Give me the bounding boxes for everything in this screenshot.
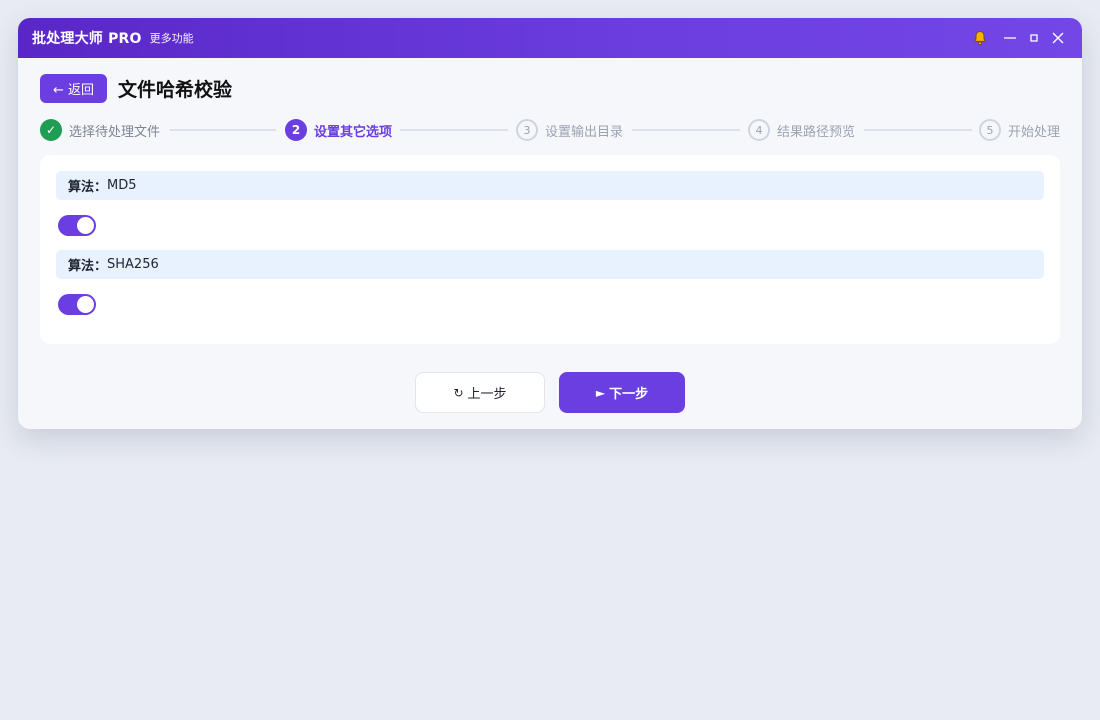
app-window: 批处理大师 PRO 更多功能 ← 返回 文件哈希校验 ✓ 选择待处理文件 2 设…: [18, 18, 1082, 429]
md5-toggle[interactable]: [58, 214, 96, 236]
play-icon: ►: [595, 385, 606, 400]
step-4[interactable]: 4 结果路径预览: [748, 119, 855, 141]
check-icon: ✓: [40, 119, 62, 141]
next-step-label: 下一步: [609, 387, 649, 402]
step-label: 选择待处理文件: [69, 124, 161, 140]
options-card: 算法： MD5 算法： SHA256: [40, 155, 1060, 344]
title-bar: 批处理大师 PRO 更多功能: [18, 18, 1082, 58]
prev-step-button[interactable]: ↻ 上一步: [415, 372, 545, 413]
step-2[interactable]: 2 设置其它选项: [285, 119, 392, 141]
step-number: 2: [285, 119, 307, 141]
step-connector: [632, 129, 740, 131]
algorithm-key: 算法：: [68, 180, 108, 195]
algorithm-key: 算法：: [68, 259, 108, 274]
algorithm-label-md5: 算法： MD5: [56, 171, 1044, 200]
step-number: 4: [748, 119, 770, 141]
step-label: 结果路径预览: [777, 124, 856, 140]
step-label: 开始处理: [1008, 124, 1061, 140]
more-features-link[interactable]: 更多功能: [150, 30, 194, 46]
toggle-knob: [77, 216, 94, 234]
step-number: 3: [516, 119, 538, 141]
bell-icon[interactable]: [968, 26, 992, 50]
step-5[interactable]: 5 开始处理: [979, 119, 1060, 141]
algorithm-label-sha256: 算法： SHA256: [56, 250, 1044, 279]
next-step-button[interactable]: ► 下一步: [559, 372, 685, 413]
prev-step-label: 上一步: [467, 387, 507, 402]
step-3[interactable]: 3 设置输出目录: [516, 119, 623, 141]
step-1[interactable]: ✓ 选择待处理文件: [40, 119, 160, 141]
algorithm-value: SHA256: [107, 257, 159, 272]
step-connector: [400, 129, 508, 131]
wizard-stepper: ✓ 选择待处理文件 2 设置其它选项 3 设置输出目录 4 结果路径预览 5 开…: [40, 119, 1060, 141]
algorithm-value: MD5: [107, 178, 137, 193]
step-connector: [864, 129, 972, 131]
back-button[interactable]: ← 返回: [40, 74, 108, 103]
undo-icon: ↻: [453, 385, 464, 400]
step-number: 5: [979, 119, 1001, 141]
step-label: 设置其它选项: [314, 124, 393, 140]
minimize-icon[interactable]: [998, 26, 1022, 50]
step-label: 设置输出目录: [545, 124, 624, 140]
app-title: 批处理大师 PRO: [32, 31, 142, 47]
maximize-icon[interactable]: [1022, 26, 1046, 50]
page-title: 文件哈希校验: [118, 79, 233, 101]
main-content: ← 返回 文件哈希校验 ✓ 选择待处理文件 2 设置其它选项 3 设置输出目录 …: [18, 58, 1082, 344]
step-connector: [170, 129, 276, 131]
sha256-toggle[interactable]: [58, 293, 96, 315]
close-icon[interactable]: [1046, 26, 1070, 50]
page-header: ← 返回 文件哈希校验: [40, 74, 1060, 103]
toggle-knob: [77, 295, 94, 313]
